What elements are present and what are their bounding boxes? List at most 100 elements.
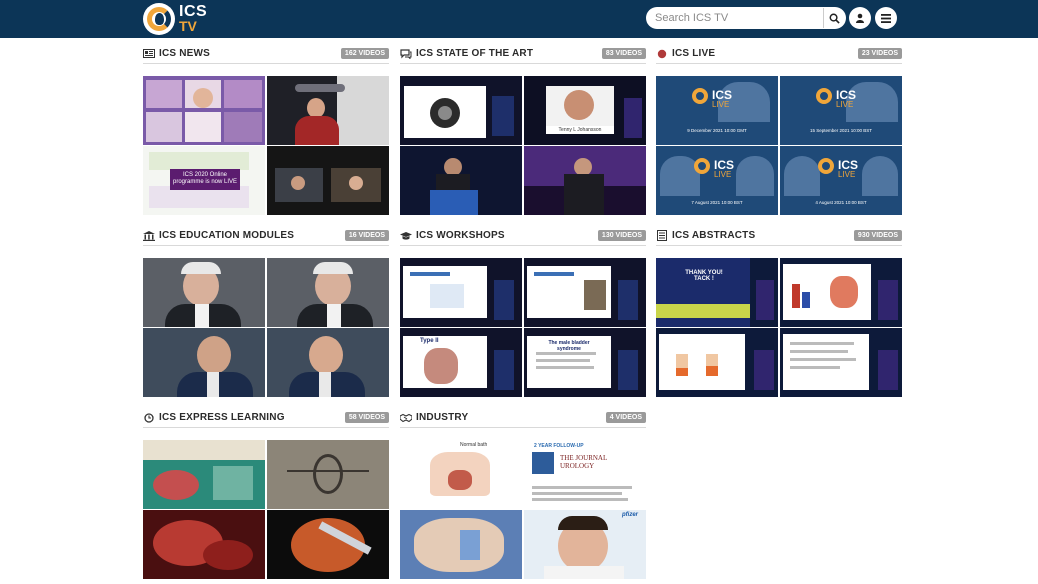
section-ics-state-of-the-art: ICS STATE OF THE ART 83 VIDEOS Tenny L J… [400, 44, 646, 215]
section-title-link[interactable]: ICS EXPRESS LEARNING [143, 412, 285, 423]
video-thumbnail[interactable] [400, 258, 522, 327]
video-thumbnail[interactable] [400, 510, 522, 579]
video-thumbnail[interactable]: ICS 2020 Online programme is now LIVE [143, 146, 265, 215]
live-logo-sub: LIVE [714, 170, 732, 179]
diagram-label: Normal bath [460, 442, 488, 448]
news-slide-text: ICS 2020 Online programme is now LIVE [170, 169, 240, 190]
search-box [646, 7, 846, 29]
video-thumbnail[interactable] [267, 328, 389, 397]
video-thumbnail[interactable]: ICS LIVE 4 August 2021 10:00 BST [780, 146, 902, 215]
video-thumbnail[interactable] [656, 328, 778, 397]
video-thumbnail[interactable]: ICS LIVE 7 August 2021 10:00 BST [656, 146, 778, 215]
video-thumbnail[interactable]: 2 YEAR FOLLOW-UP THE JOURNAL UROLOGY [524, 440, 646, 509]
video-count-badge: 930 VIDEOS [853, 230, 902, 241]
brand-logo-text: pfizer [622, 512, 639, 518]
video-thumbnail[interactable]: Normal bath [400, 440, 522, 509]
video-thumbnail[interactable] [143, 510, 265, 579]
section-title: ICS NEWS [159, 48, 211, 59]
section-ics-abstracts: ICS ABSTRACTS 930 VIDEOS THANK YOU! TACK… [656, 226, 902, 397]
slide-title: Type II [420, 338, 439, 344]
video-count-badge: 23 VIDEOS [857, 48, 902, 59]
video-count-badge: 83 VIDEOS [601, 48, 646, 59]
user-account-button[interactable] [849, 7, 871, 29]
video-thumbnail[interactable]: Type II [400, 328, 522, 397]
video-count-badge: 16 VIDEOS [344, 230, 389, 241]
live-date: 9 December 2021 10:00 GMT [687, 128, 747, 133]
menu-button[interactable] [875, 7, 897, 29]
section-title: ICS STATE OF THE ART [416, 48, 534, 59]
followup-label: 2 YEAR FOLLOW-UP [534, 443, 584, 449]
video-thumbnail[interactable] [143, 258, 265, 327]
ics-tv-logo[interactable]: ICS TV [143, 2, 209, 36]
video-thumbnail[interactable]: Tenny L Johansson [524, 76, 646, 145]
video-thumbnail[interactable] [267, 146, 389, 215]
section-title-link[interactable]: ICS ABSTRACTS [656, 230, 755, 241]
section-ics-live: ICS LIVE 23 VIDEOS ICS LIVE 9 December 2… [656, 44, 902, 215]
video-count-badge: 162 VIDEOS [340, 48, 389, 59]
video-thumbnail[interactable] [143, 76, 265, 145]
video-thumbnail[interactable] [524, 258, 646, 327]
logo-text-ics: ICS [179, 3, 208, 20]
section-ics-news: ICS NEWS 162 VIDEOS ICS 2020 Online prog… [143, 44, 389, 215]
section-title-link[interactable]: ICS STATE OF THE ART [400, 48, 533, 59]
video-count-badge: 58 VIDEOS [344, 412, 389, 423]
chat-icon [400, 48, 412, 59]
search-input[interactable] [646, 12, 822, 24]
section-title-link[interactable]: ICS NEWS [143, 48, 210, 59]
video-thumbnail[interactable] [143, 328, 265, 397]
section-title: ICS EDUCATION MODULES [159, 230, 295, 241]
video-thumbnail[interactable] [267, 440, 389, 509]
logo-text-tv: TV [179, 18, 197, 34]
live-dot-icon [656, 49, 668, 59]
section-ics-education-modules: ICS EDUCATION MODULES 16 VIDEOS [143, 226, 389, 397]
live-date: 7 August 2021 10:00 BST [691, 200, 743, 205]
live-logo-sub: LIVE [836, 100, 854, 109]
video-thumbnail[interactable]: ICS LIVE 9 December 2021 10:00 GMT [656, 76, 778, 145]
section-title-link[interactable]: ICS WORKSHOPS [400, 230, 505, 241]
search-icon [829, 13, 840, 24]
section-title-link[interactable]: ICS LIVE [656, 48, 715, 59]
section-ics-workshops: ICS WORKSHOPS 130 VIDEOS Type II The mal… [400, 226, 646, 397]
video-thumbnail[interactable]: THANK YOU! TACK ! [656, 258, 778, 327]
video-thumbnail[interactable] [267, 510, 389, 579]
video-thumbnail[interactable] [267, 258, 389, 327]
search-button[interactable] [823, 8, 845, 28]
video-thumbnail[interactable] [400, 76, 522, 145]
section-title-link[interactable]: INDUSTRY [400, 412, 468, 423]
video-thumbnail[interactable]: ICS LIVE 15 September 2021 10:00 BST [780, 76, 902, 145]
user-icon [856, 13, 864, 23]
live-logo-sub: LIVE [838, 170, 856, 179]
video-thumbnail[interactable] [780, 258, 902, 327]
slide-title: The male bladder syndrome [548, 340, 590, 352]
journal-title: THE JOURNAL UROLOGY [560, 454, 607, 470]
top-navigation-bar: ICS TV [0, 0, 1038, 38]
slide-title: THANK YOU! TACK ! [685, 270, 723, 282]
video-thumbnail[interactable] [400, 146, 522, 215]
video-count-badge: 130 VIDEOS [597, 230, 646, 241]
live-date: 4 August 2021 10:00 BST [815, 200, 867, 205]
section-title: ICS WORKSHOPS [416, 230, 505, 241]
section-title: ICS ABSTRACTS [672, 230, 756, 241]
live-logo-sub: LIVE [712, 100, 730, 109]
section-industry: INDUSTRY 4 VIDEOS Normal bath 2 YEAR FOL… [400, 408, 646, 579]
video-thumbnail[interactable] [267, 76, 389, 145]
clock-icon [143, 412, 155, 423]
menu-icon [881, 13, 891, 23]
section-title: ICS EXPRESS LEARNING [159, 412, 285, 423]
handshake-icon [400, 413, 412, 423]
video-thumbnail[interactable] [143, 440, 265, 509]
speaker-caption: Tenny L Johansson [546, 126, 614, 134]
video-thumbnail[interactable]: The male bladder syndrome [524, 328, 646, 397]
section-title: ICS LIVE [672, 48, 716, 59]
section-title-link[interactable]: ICS EDUCATION MODULES [143, 230, 294, 241]
video-thumbnail[interactable]: pfizer [524, 510, 646, 579]
ics-logo-icon [143, 3, 175, 35]
graduation-cap-icon [400, 231, 412, 241]
section-ics-express-learning: ICS EXPRESS LEARNING 58 VIDEOS [143, 408, 389, 579]
newspaper-icon [143, 49, 155, 59]
video-thumbnail[interactable] [780, 328, 902, 397]
video-count-badge: 4 VIDEOS [605, 412, 646, 423]
video-thumbnail[interactable] [524, 146, 646, 215]
live-date: 15 September 2021 10:00 BST [809, 128, 873, 133]
section-title: INDUSTRY [416, 412, 469, 423]
